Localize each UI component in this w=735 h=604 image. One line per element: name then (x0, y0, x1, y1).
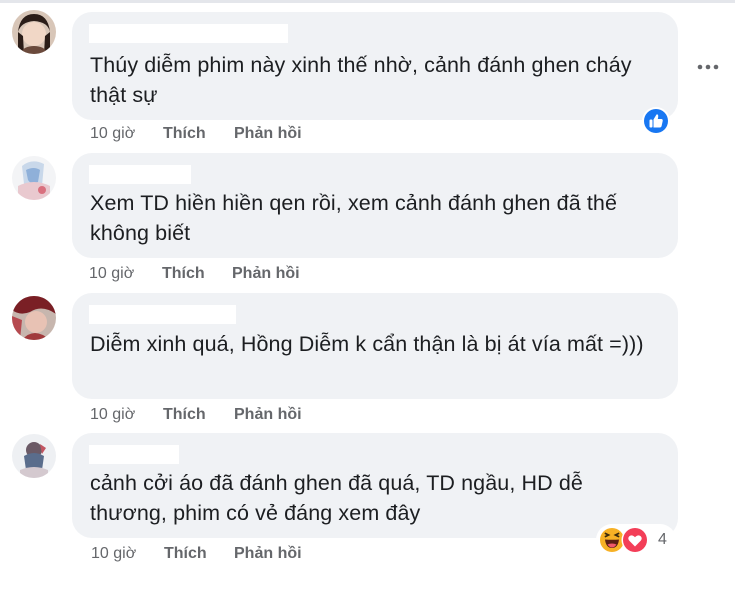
more-options-icon[interactable] (696, 62, 720, 72)
comment-item: Thúy diễm phim này xinh thế nhờ, cảnh đá… (0, 0, 735, 150)
author-name-redacted (89, 165, 191, 184)
comment-bubble: cảnh cởi áo đã đánh ghen đã quá, TD ngầu… (72, 433, 678, 538)
comment-time[interactable]: 10 giờ (90, 404, 135, 426)
comment-text: Xem TD hiền hiền qen rồi, xem cảnh đánh … (90, 191, 618, 245)
avatar-image (12, 156, 56, 200)
like-button[interactable]: Thích (163, 123, 206, 145)
avatar[interactable] (12, 10, 56, 54)
comment-bubble: Xem TD hiền hiền qen rồi, xem cảnh đánh … (72, 153, 678, 258)
avatar-image (12, 296, 56, 340)
comment-item: cảnh cởi áo đã đánh ghen đã quá, TD ngầu… (0, 430, 735, 604)
author-name-redacted (89, 24, 288, 43)
comment-bubble: Diễm xinh quá, Hồng Diễm k cẩn thận là b… (72, 293, 678, 399)
comment-text: Diễm xinh quá, Hồng Diễm k cẩn thận là b… (90, 332, 644, 356)
reaction-summary[interactable]: 4 (596, 524, 676, 556)
like-reaction-icon[interactable] (641, 106, 671, 136)
comment-time[interactable]: 10 giờ (91, 543, 136, 565)
comment-time[interactable]: 10 giờ (90, 123, 135, 145)
reaction-count: 4 (658, 531, 667, 548)
comment-text: Thúy diễm phim này xinh thế nhờ, cảnh đá… (90, 53, 632, 107)
like-button[interactable]: Thích (163, 404, 206, 426)
love-icon (621, 526, 649, 554)
avatar[interactable] (12, 296, 56, 340)
like-button[interactable]: Thích (162, 263, 205, 285)
comment-bubble: Thúy diễm phim này xinh thế nhờ, cảnh đá… (72, 12, 678, 120)
reply-button[interactable]: Phản hồi (234, 543, 302, 565)
comment-text: cảnh cởi áo đã đánh ghen đã quá, TD ngầu… (90, 471, 583, 525)
comment-item: Diễm xinh quá, Hồng Diễm k cẩn thận là b… (0, 290, 735, 430)
author-name-redacted (89, 305, 236, 324)
comment-item: Xem TD hiền hiền qen rồi, xem cảnh đánh … (0, 150, 735, 290)
comment-thread: Thúy diễm phim này xinh thế nhờ, cảnh đá… (0, 0, 735, 604)
reply-button[interactable]: Phản hồi (234, 123, 302, 145)
like-button[interactable]: Thích (164, 543, 207, 565)
author-name-redacted (89, 445, 179, 464)
reply-button[interactable]: Phản hồi (232, 263, 300, 285)
avatar[interactable] (12, 434, 56, 478)
avatar-image (12, 434, 56, 478)
avatar[interactable] (12, 156, 56, 200)
avatar-image (12, 10, 56, 54)
comment-time[interactable]: 10 giờ (89, 263, 134, 285)
reply-button[interactable]: Phản hồi (234, 404, 302, 426)
